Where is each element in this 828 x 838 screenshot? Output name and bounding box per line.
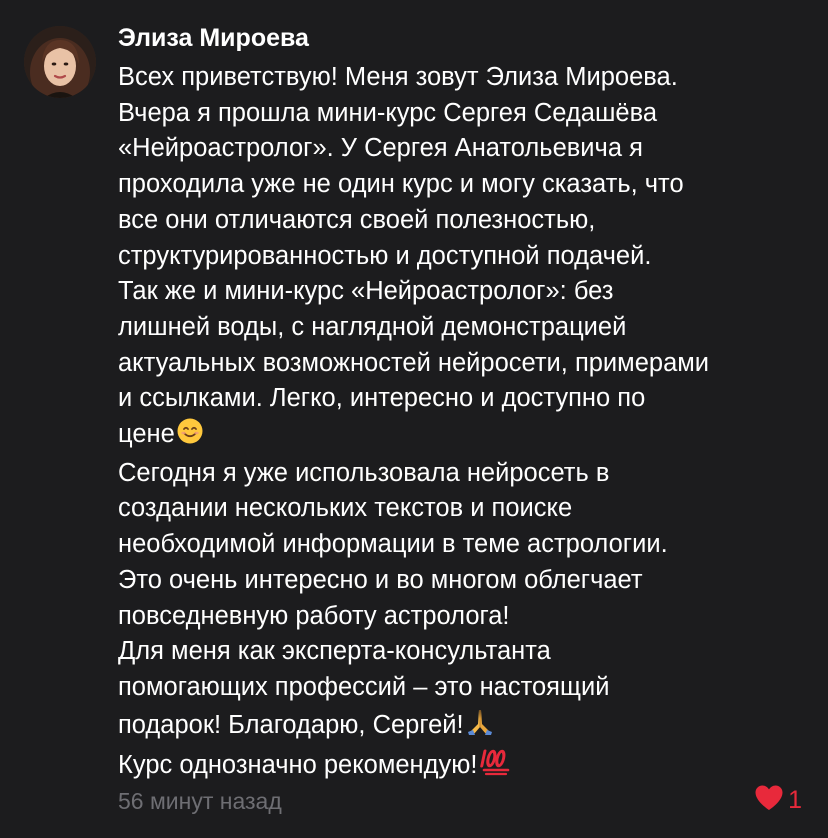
author-name[interactable]: Элиза Мироева bbox=[118, 22, 309, 54]
comment-line: «Нейроастролог». У Сергея Анатольевича я bbox=[118, 134, 643, 163]
comment-line: повседневную работу астролога! bbox=[118, 601, 510, 630]
avatar[interactable] bbox=[24, 26, 96, 98]
comment-line: помогающих профессий – это настоящий bbox=[118, 672, 610, 701]
comment-line: Для меня как эксперта-консультанта bbox=[118, 637, 551, 666]
smiling-face-emoji bbox=[176, 417, 204, 456]
comment-line: подарок! Благодарю, Сергей! bbox=[118, 706, 818, 747]
comment-timestamp: 56 минут назад bbox=[118, 788, 282, 814]
comment-line: актуальных возможностей нейросети, приме… bbox=[118, 348, 710, 377]
comment: Элиза Мироева Всех приветствую! Меня зов… bbox=[0, 0, 828, 838]
comment-line: все они отличаются своей полезностью, bbox=[118, 205, 596, 234]
folded-hands-emoji bbox=[465, 706, 495, 747]
comment-line: и ссылками. Легко, интересно и доступно … bbox=[118, 384, 646, 413]
comment-line: Курс однозначно рекомендую! bbox=[118, 746, 818, 787]
comment-line: необходимой информации в теме астрологии… bbox=[118, 530, 668, 559]
comment-line: структурированностью и доступной подачей… bbox=[118, 241, 652, 270]
comment-line: Вчера я прошла мини-курс Сергея Седашёва bbox=[118, 98, 658, 127]
comment-line: Это очень интересно и во многом облегчае… bbox=[118, 565, 643, 594]
comment-line: лишней воды, с наглядной демонстрацией bbox=[118, 312, 627, 341]
comment-line: Так же и мини-курс «Нейроастролог»: без bbox=[118, 277, 614, 306]
comment-line-text: подарок! Благодарю, Сергей! bbox=[118, 710, 464, 739]
hundred-points-emoji bbox=[478, 746, 512, 787]
comment-line-text: цене bbox=[118, 420, 175, 449]
comment-line: Всех приветствую! Меня зовут Элиза Мирое… bbox=[118, 63, 678, 91]
comment-line: цене bbox=[118, 417, 818, 456]
comment-line: проходила уже не один курс и могу сказат… bbox=[118, 170, 684, 199]
heart-icon bbox=[754, 784, 784, 816]
like-button[interactable]: 1 bbox=[754, 784, 802, 816]
comment-line: Сегодня я уже использовала нейросеть в bbox=[118, 458, 610, 487]
comment-text: Всех приветствую! Меня зовут Элиза Мирое… bbox=[118, 60, 818, 787]
like-count: 1 bbox=[788, 786, 802, 814]
comment-line: создании нескольких текстов и поиске bbox=[118, 494, 573, 523]
comment-line-text: Курс однозначно рекомендую! bbox=[118, 751, 478, 780]
